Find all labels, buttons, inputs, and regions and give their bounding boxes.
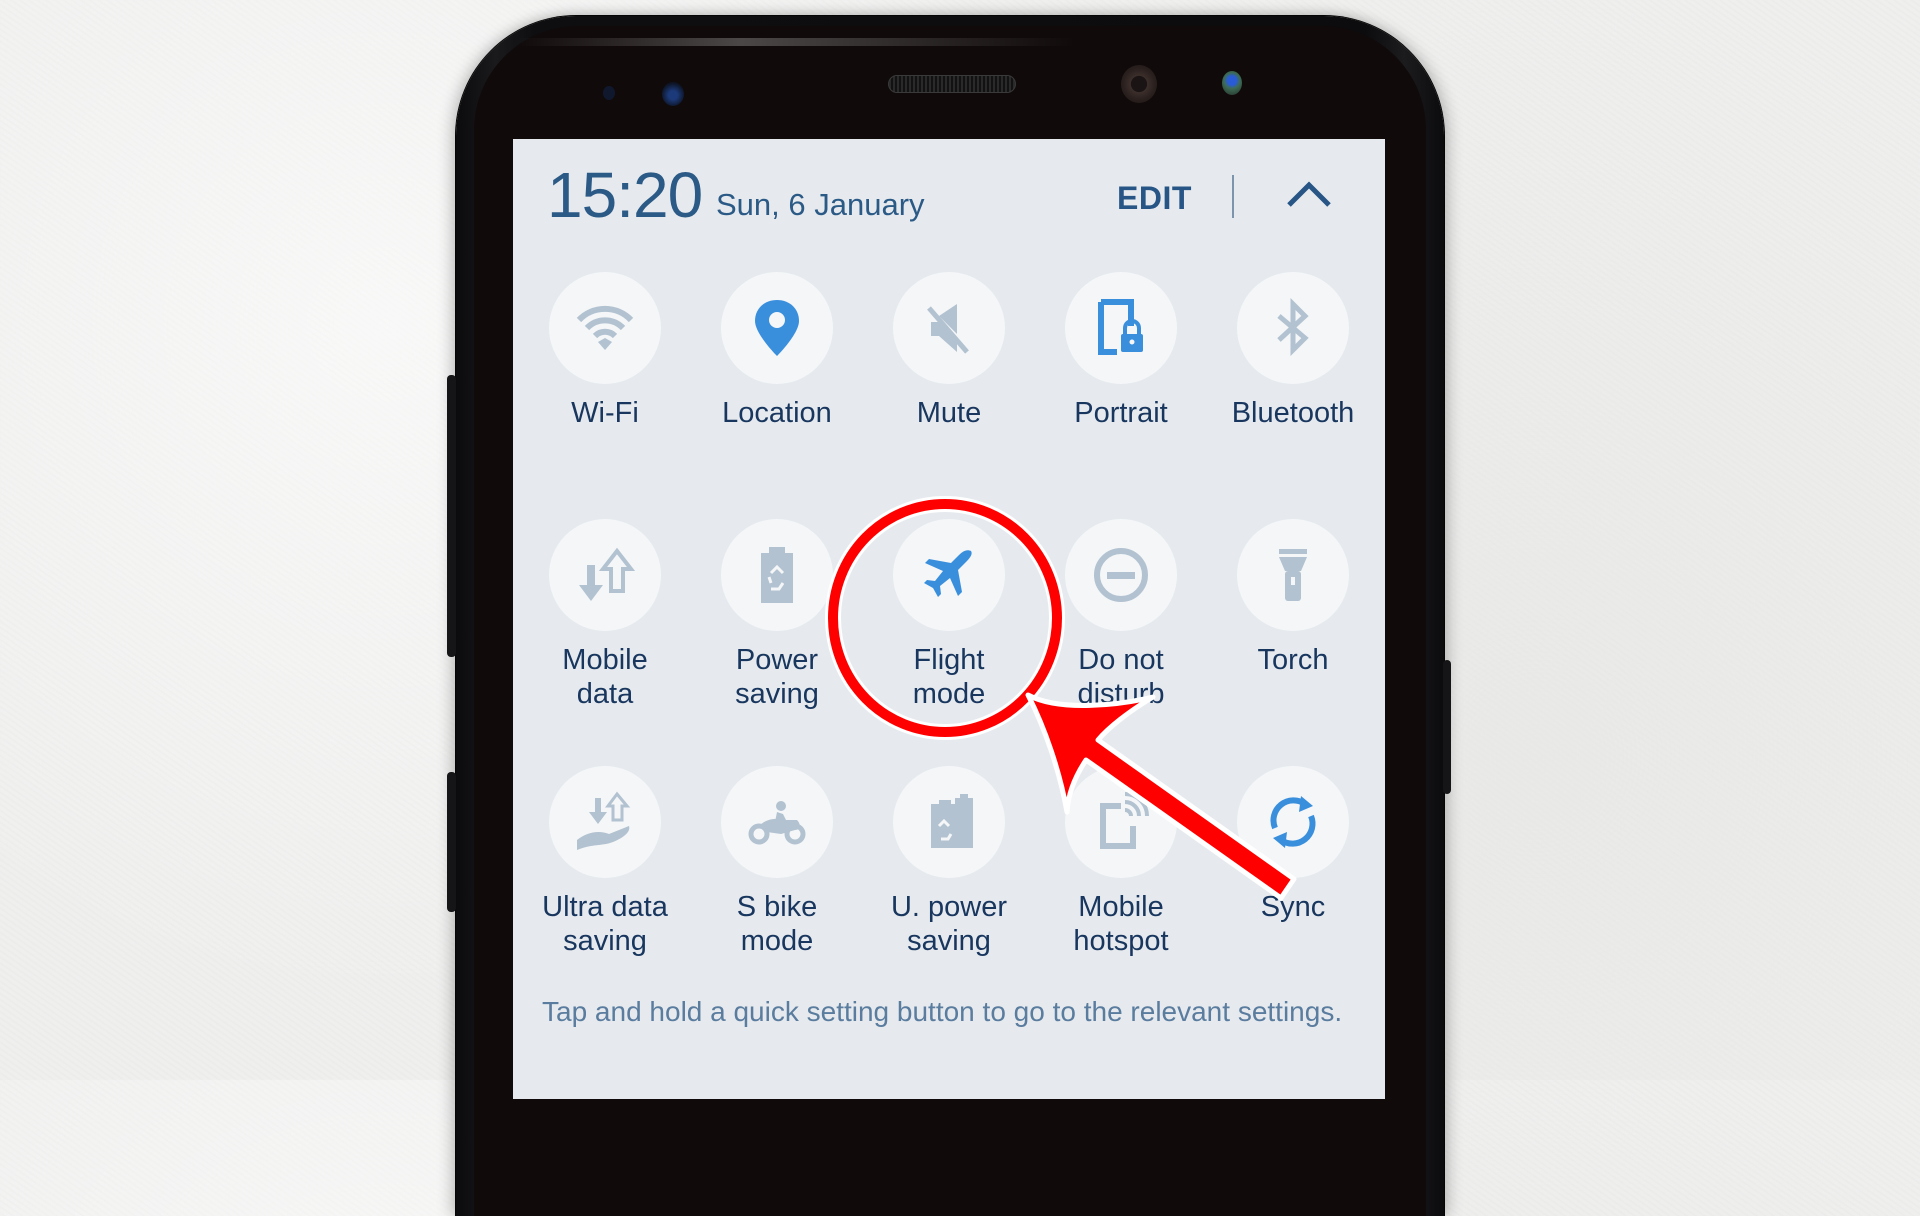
ultra-power-saving-icon bbox=[931, 794, 973, 848]
quick-setting-label: Torch bbox=[1257, 644, 1329, 676]
earpiece-speaker-icon bbox=[888, 75, 1016, 93]
quick-setting-ultra-data-saving[interactable]: Ultra data saving bbox=[519, 766, 691, 958]
quick-setting-toggle[interactable] bbox=[1065, 766, 1177, 878]
header-divider bbox=[1232, 175, 1234, 218]
quick-setting-mute[interactable]: Mute bbox=[863, 272, 1035, 430]
volume-button bbox=[447, 375, 456, 657]
power-saving-icon bbox=[761, 547, 793, 603]
quick-setting-wi-fi[interactable]: Wi-Fi bbox=[519, 272, 691, 430]
sync-icon bbox=[1270, 796, 1316, 848]
quick-setting-toggle[interactable] bbox=[1237, 519, 1349, 631]
quick-setting-label: Mute bbox=[916, 397, 982, 429]
quick-setting-label: U. power saving bbox=[890, 891, 1008, 957]
quick-setting-mobile-data[interactable]: Mobile data bbox=[519, 519, 691, 711]
chevron-up-icon bbox=[1287, 181, 1331, 207]
quick-setting-toggle[interactable] bbox=[549, 766, 661, 878]
quick-setting-toggle[interactable] bbox=[893, 766, 1005, 878]
edit-button[interactable]: EDIT bbox=[1117, 182, 1192, 214]
quick-setting-label: Location bbox=[722, 397, 832, 429]
quick-setting-label: Power saving bbox=[735, 644, 819, 710]
quick-setting-flight-mode[interactable]: Flight mode bbox=[863, 519, 1035, 711]
quick-setting-label: Ultra data saving bbox=[542, 891, 668, 957]
quick-setting-toggle[interactable] bbox=[721, 766, 833, 878]
quick-setting-toggle[interactable] bbox=[893, 519, 1005, 631]
quick-setting-s-bike-mode[interactable]: S bike mode bbox=[691, 766, 863, 958]
quick-setting-label: Wi-Fi bbox=[571, 397, 639, 429]
hotspot-icon bbox=[1100, 792, 1149, 849]
quick-setting-label: S bike mode bbox=[736, 891, 818, 957]
power-button bbox=[1443, 660, 1451, 794]
quick-setting-sync[interactable]: Sync bbox=[1207, 766, 1379, 924]
front-camera-icon bbox=[1121, 65, 1157, 103]
quick-setting-label: Portrait bbox=[1074, 397, 1168, 429]
quick-setting-u-power-saving[interactable]: U. power saving bbox=[863, 766, 1035, 958]
quick-setting-toggle[interactable] bbox=[549, 519, 661, 631]
quick-setting-label: Flight mode bbox=[912, 644, 986, 710]
quick-setting-toggle[interactable] bbox=[1237, 272, 1349, 384]
mute-icon bbox=[927, 304, 969, 354]
iris-scanner-icon bbox=[662, 82, 684, 106]
bluetooth-icon bbox=[1277, 297, 1309, 357]
location-pin-icon bbox=[755, 300, 799, 356]
clock-date: Sun, 6 January bbox=[716, 187, 925, 222]
do-not-disturb-icon bbox=[1094, 548, 1148, 602]
quick-setting-toggle[interactable] bbox=[721, 519, 833, 631]
quick-setting-toggle[interactable] bbox=[1237, 766, 1349, 878]
motorbike-icon bbox=[748, 801, 806, 845]
torch-icon bbox=[1279, 549, 1307, 601]
quick-setting-portrait[interactable]: Portrait bbox=[1035, 272, 1207, 430]
quick-setting-toggle[interactable] bbox=[1065, 272, 1177, 384]
phone-gloss bbox=[516, 38, 1076, 46]
bixby-button bbox=[447, 772, 456, 912]
quick-setting-torch[interactable]: Torch bbox=[1207, 519, 1379, 677]
mobile-data-icon bbox=[579, 547, 636, 601]
portrait-lock-icon bbox=[1098, 299, 1143, 355]
quick-setting-power-saving[interactable]: Power saving bbox=[691, 519, 863, 711]
quick-setting-bluetooth[interactable]: Bluetooth bbox=[1207, 272, 1379, 430]
quick-setting-label: Bluetooth bbox=[1231, 397, 1355, 429]
quick-setting-label: Mobile data bbox=[562, 644, 648, 710]
quick-setting-toggle[interactable] bbox=[1065, 519, 1177, 631]
iris-led-icon bbox=[1222, 71, 1242, 95]
proximity-sensor-icon bbox=[603, 86, 615, 100]
quick-setting-toggle[interactable] bbox=[893, 272, 1005, 384]
quick-settings-panel: 15:20 Sun, 6 January EDIT Wi-Fi Location M… bbox=[513, 139, 1385, 1099]
quick-setting-label: Sync bbox=[1260, 891, 1326, 923]
quick-setting-toggle[interactable] bbox=[549, 272, 661, 384]
airplane-icon bbox=[924, 550, 972, 597]
hint-text: Tap and hold a quick setting button to g… bbox=[542, 996, 1343, 1027]
quick-setting-label: Mobile hotspot bbox=[1073, 891, 1169, 957]
collapse-panel-button[interactable] bbox=[1283, 175, 1335, 211]
quick-setting-toggle[interactable] bbox=[721, 272, 833, 384]
quick-setting-mobile-hotspot[interactable]: Mobile hotspot bbox=[1035, 766, 1207, 958]
quick-setting-label: Do not disturb bbox=[1077, 644, 1165, 710]
quick-setting-do-not-disturb[interactable]: Do not disturb bbox=[1035, 519, 1207, 711]
wifi-icon bbox=[576, 305, 634, 350]
quick-setting-location[interactable]: Location bbox=[691, 272, 863, 430]
clock-time: 15:20 bbox=[547, 159, 703, 231]
ultra-data-saving-icon bbox=[577, 791, 631, 850]
